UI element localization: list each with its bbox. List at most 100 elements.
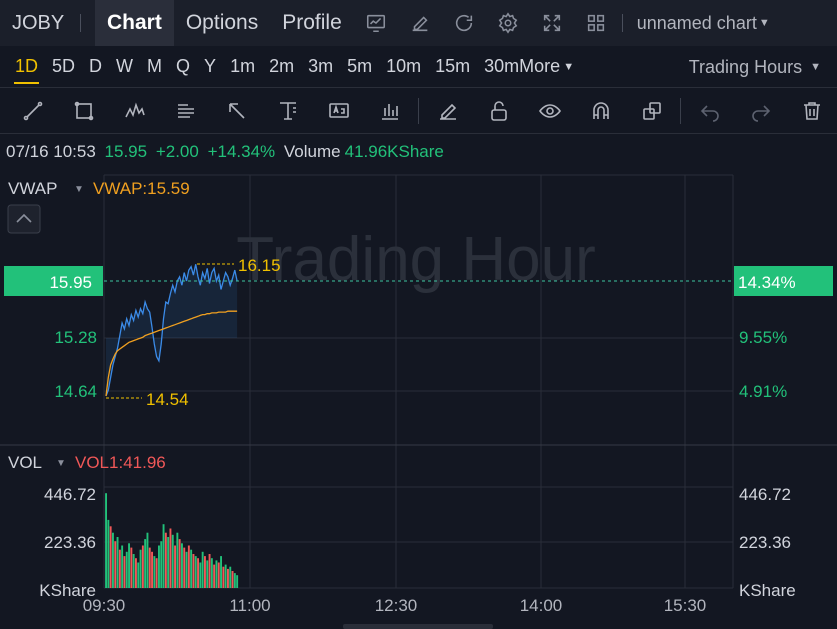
gear-icon[interactable] [486, 0, 530, 46]
eye-icon[interactable] [524, 88, 575, 134]
trend-line-tool-icon[interactable] [8, 88, 59, 134]
collapse-pane-button[interactable] [7, 204, 41, 234]
annotation-tool-icon[interactable] [314, 88, 365, 134]
volume-bar [208, 554, 211, 588]
interval-2m[interactable]: 2m [262, 46, 301, 88]
interval-w[interactable]: W [109, 46, 140, 88]
scroll-handle[interactable] [343, 624, 493, 629]
redo-icon[interactable] [735, 88, 786, 134]
caret-down-icon[interactable]: ▼ [74, 184, 84, 195]
volume-bar [178, 539, 181, 588]
interval-5m[interactable]: 5m [340, 46, 379, 88]
pattern-tool-icon[interactable] [110, 88, 161, 134]
divider [418, 97, 420, 124]
volume-bar [229, 566, 232, 588]
volume-bar [233, 573, 236, 588]
volume-bar [151, 551, 153, 588]
interval-m[interactable]: M [140, 46, 169, 88]
vwap-indicator-value: VWAP:15.59 [93, 179, 190, 198]
text-tool-icon[interactable] [161, 88, 212, 134]
lock-icon[interactable] [473, 88, 524, 134]
chart-monitor-icon[interactable] [354, 0, 398, 46]
interval-1m[interactable]: 1m [223, 46, 262, 88]
trash-icon[interactable] [786, 88, 837, 134]
volume-tick: 223.36 [739, 533, 791, 552]
interval-bar: 1D 5D D W M Q Y 1m 2m 3m 5m 10m 15m 30m … [0, 46, 837, 88]
more-label: More [519, 56, 561, 76]
watermark: Trading Hour [236, 225, 596, 294]
indicator-tool-icon[interactable] [365, 88, 416, 134]
volume-bar [174, 545, 176, 588]
rectangle-tool-icon[interactable] [59, 88, 110, 134]
vwap-indicator-label[interactable]: VWAP [8, 179, 57, 198]
interval-y[interactable]: Y [197, 46, 223, 88]
interval-15m[interactable]: 15m [428, 46, 477, 88]
volume-bar [187, 545, 190, 588]
volume-bar [118, 549, 121, 588]
interval-d[interactable]: D [82, 46, 109, 88]
volume-bar [213, 564, 216, 588]
layout-grid-icon[interactable] [574, 0, 618, 46]
quote-price: 15.95 [104, 142, 148, 161]
volume-bar [139, 549, 142, 588]
chart-name-label: unnamed chart [636, 12, 757, 33]
caret-down-icon: ▼ [758, 17, 770, 29]
interval-1d[interactable]: 1D [8, 46, 45, 88]
volume-bar [146, 532, 149, 588]
volume-bar [206, 560, 209, 588]
volume-bar [130, 547, 133, 588]
volume-bar [155, 558, 158, 588]
trading-hours-dropdown[interactable]: Trading Hours ▼ [689, 46, 821, 88]
interval-5d[interactable]: 5D [45, 46, 82, 88]
volume-bar [224, 564, 227, 588]
interval-10m[interactable]: 10m [379, 46, 428, 88]
copy-icon[interactable] [626, 88, 677, 134]
volume-bar [105, 493, 107, 588]
tab-options[interactable]: Options [174, 0, 270, 46]
refresh-icon[interactable] [442, 0, 486, 46]
volume-bar [148, 547, 151, 588]
volume-bar [132, 554, 135, 588]
magnet-icon[interactable] [575, 88, 626, 134]
volume-bar [158, 545, 160, 588]
volume-bar [116, 537, 119, 588]
volume-bar [215, 560, 218, 588]
interval-30m[interactable]: 30m [477, 46, 519, 88]
volume-bar [197, 558, 199, 588]
volume-bar [192, 554, 195, 588]
time-tick: 12:30 [375, 596, 418, 615]
price-chart[interactable]: Trading Hour VWAP ▼ VWAP:15.59 15.95 14.… [0, 168, 837, 629]
volume-bar [114, 541, 117, 588]
volume-bar [164, 532, 167, 588]
tab-chart[interactable]: Chart [95, 0, 174, 46]
caret-down-icon: ▼ [563, 60, 575, 73]
volume-bar [125, 551, 128, 588]
volume-bar [162, 524, 165, 588]
undo-icon[interactable] [684, 88, 735, 134]
more-intervals-dropdown[interactable]: More ▼ [519, 46, 581, 88]
volume-bar [121, 545, 124, 588]
volume-bar [176, 532, 179, 588]
volume-bar [160, 541, 163, 588]
low-price-label: 14.54 [146, 390, 189, 409]
tab-profile[interactable]: Profile [270, 0, 354, 46]
volume-bar [169, 528, 172, 588]
volume-bar [109, 526, 112, 588]
time-tick: 15:30 [664, 596, 707, 615]
vol-indicator-value: VOL1:41.96 [75, 453, 166, 472]
arrow-tool-icon[interactable] [212, 88, 263, 134]
volume-bar [227, 568, 229, 588]
price-range-tool-icon[interactable] [263, 88, 314, 134]
fullscreen-icon[interactable] [530, 0, 574, 46]
interval-q[interactable]: Q [169, 46, 197, 88]
time-tick: 11:00 [229, 596, 270, 615]
volume-bar [144, 539, 147, 588]
ticker-symbol[interactable]: JOBY [0, 12, 80, 35]
volume-bar [185, 551, 188, 588]
chart-name-dropdown[interactable]: unnamed chart ▼ [623, 13, 770, 34]
edit-icon[interactable] [398, 0, 442, 46]
caret-down-icon[interactable]: ▼ [56, 458, 66, 469]
interval-3m[interactable]: 3m [301, 46, 340, 88]
pen-icon[interactable] [422, 88, 473, 134]
vol-indicator-label[interactable]: VOL [8, 453, 42, 472]
